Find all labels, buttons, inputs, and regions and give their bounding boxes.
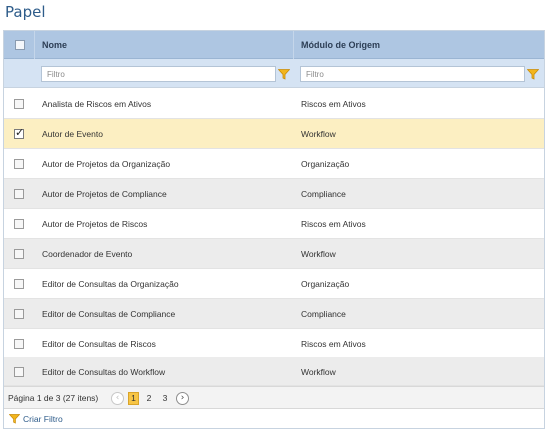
cell-modulo: Workflow xyxy=(301,367,336,377)
table-row[interactable]: ✓ Editor de Consultas de Compliance Comp… xyxy=(4,299,544,329)
column-header-nome-label: Nome xyxy=(42,40,68,50)
page-button-1[interactable]: 1 xyxy=(128,392,139,405)
table-row[interactable]: ✓ Analista de Riscos em Ativos Riscos em… xyxy=(4,89,544,119)
select-all-checkbox[interactable] xyxy=(15,40,25,50)
cell-nome: Editor de Consultas do Workflow xyxy=(42,367,166,377)
table-row[interactable]: ✓ Editor de Consultas do Workflow Workfl… xyxy=(4,357,544,386)
create-filter-link[interactable]: Criar Filtro xyxy=(23,414,63,424)
column-header-nome[interactable]: Nome xyxy=(35,31,294,59)
table-row[interactable]: ✓ Autor de Projetos de Compliance Compli… xyxy=(4,179,544,209)
filter-icon[interactable] xyxy=(527,69,539,80)
row-checkbox[interactable]: ✓ xyxy=(14,339,24,349)
row-checkbox[interactable]: ✓ xyxy=(14,219,24,229)
check-icon: ✓ xyxy=(15,126,25,139)
cell-nome: Autor de Projetos de Compliance xyxy=(42,189,167,199)
table-row[interactable]: ✓ Editor de Consultas da Organização Org… xyxy=(4,269,544,299)
cell-nome: Analista de Riscos em Ativos xyxy=(42,99,152,109)
cell-modulo: Riscos em Ativos xyxy=(301,99,366,109)
filter-icon[interactable] xyxy=(278,69,290,80)
row-checkbox[interactable]: ✓ xyxy=(14,159,24,169)
page-button-3[interactable]: 3 xyxy=(160,392,170,405)
filter-icon xyxy=(9,414,20,424)
cell-nome: Editor de Consultas de Compliance xyxy=(42,309,176,319)
cell-modulo: Workflow xyxy=(301,129,336,139)
cell-modulo: Compliance xyxy=(301,189,346,199)
cell-nome: Autor de Projetos de Riscos xyxy=(42,219,148,229)
row-checkbox[interactable]: ✓ xyxy=(14,99,24,109)
filter-input-modulo[interactable] xyxy=(300,66,525,82)
cell-nome: Coordenador de Evento xyxy=(42,249,133,259)
filter-input-nome[interactable] xyxy=(41,66,276,82)
column-header-modulo[interactable]: Módulo de Origem xyxy=(294,31,544,59)
prev-page-button[interactable]: ‹ xyxy=(111,392,124,405)
cell-nome: Autor de Evento xyxy=(42,129,103,139)
table-row[interactable]: ✓ Coordenador de Evento Workflow xyxy=(4,239,544,269)
cell-nome: Autor de Projetos da Organização xyxy=(42,159,171,169)
row-checkbox[interactable]: ✓ xyxy=(14,249,24,259)
row-checkbox[interactable]: ✓ xyxy=(14,309,24,319)
filter-row xyxy=(4,59,544,88)
row-checkbox[interactable]: ✓ xyxy=(14,279,24,289)
roles-grid: Nome Módulo de Origem ✓ Analista de Risc… xyxy=(3,30,545,429)
cell-nome: Editor de Consultas da Organização xyxy=(42,279,179,289)
row-checkbox[interactable]: ✓ xyxy=(14,367,24,377)
cell-modulo: Organização xyxy=(301,159,350,169)
page-title: Papel xyxy=(5,3,46,21)
cell-modulo: Organização xyxy=(301,279,350,289)
table-row[interactable]: ✓ Autor de Evento Workflow xyxy=(4,119,544,149)
row-checkbox[interactable]: ✓ xyxy=(14,126,25,139)
grid-footer: Criar Filtro xyxy=(4,409,544,429)
cell-modulo: Riscos em Ativos xyxy=(301,219,366,229)
cell-nome: Editor de Consultas de Riscos xyxy=(42,339,156,349)
cell-modulo: Workflow xyxy=(301,249,336,259)
row-checkbox[interactable]: ✓ xyxy=(14,189,24,199)
grid-header: Nome Módulo de Origem xyxy=(4,31,544,59)
page-button-2[interactable]: 2 xyxy=(144,392,154,405)
table-row[interactable]: ✓ Editor de Consultas de Riscos Riscos e… xyxy=(4,329,544,359)
table-row[interactable]: ✓ Autor de Projetos da Organização Organ… xyxy=(4,149,544,179)
cell-modulo: Riscos em Ativos xyxy=(301,339,366,349)
pager: Página 1 de 3 (27 itens) ‹ 1 2 3 › xyxy=(4,386,544,409)
pager-info: Página 1 de 3 (27 itens) xyxy=(8,393,99,403)
table-row[interactable]: ✓ Autor de Projetos de Riscos Riscos em … xyxy=(4,209,544,239)
cell-modulo: Compliance xyxy=(301,309,346,319)
next-page-button[interactable]: › xyxy=(176,392,189,405)
column-header-modulo-label: Módulo de Origem xyxy=(301,40,381,50)
header-check-column xyxy=(4,31,35,59)
